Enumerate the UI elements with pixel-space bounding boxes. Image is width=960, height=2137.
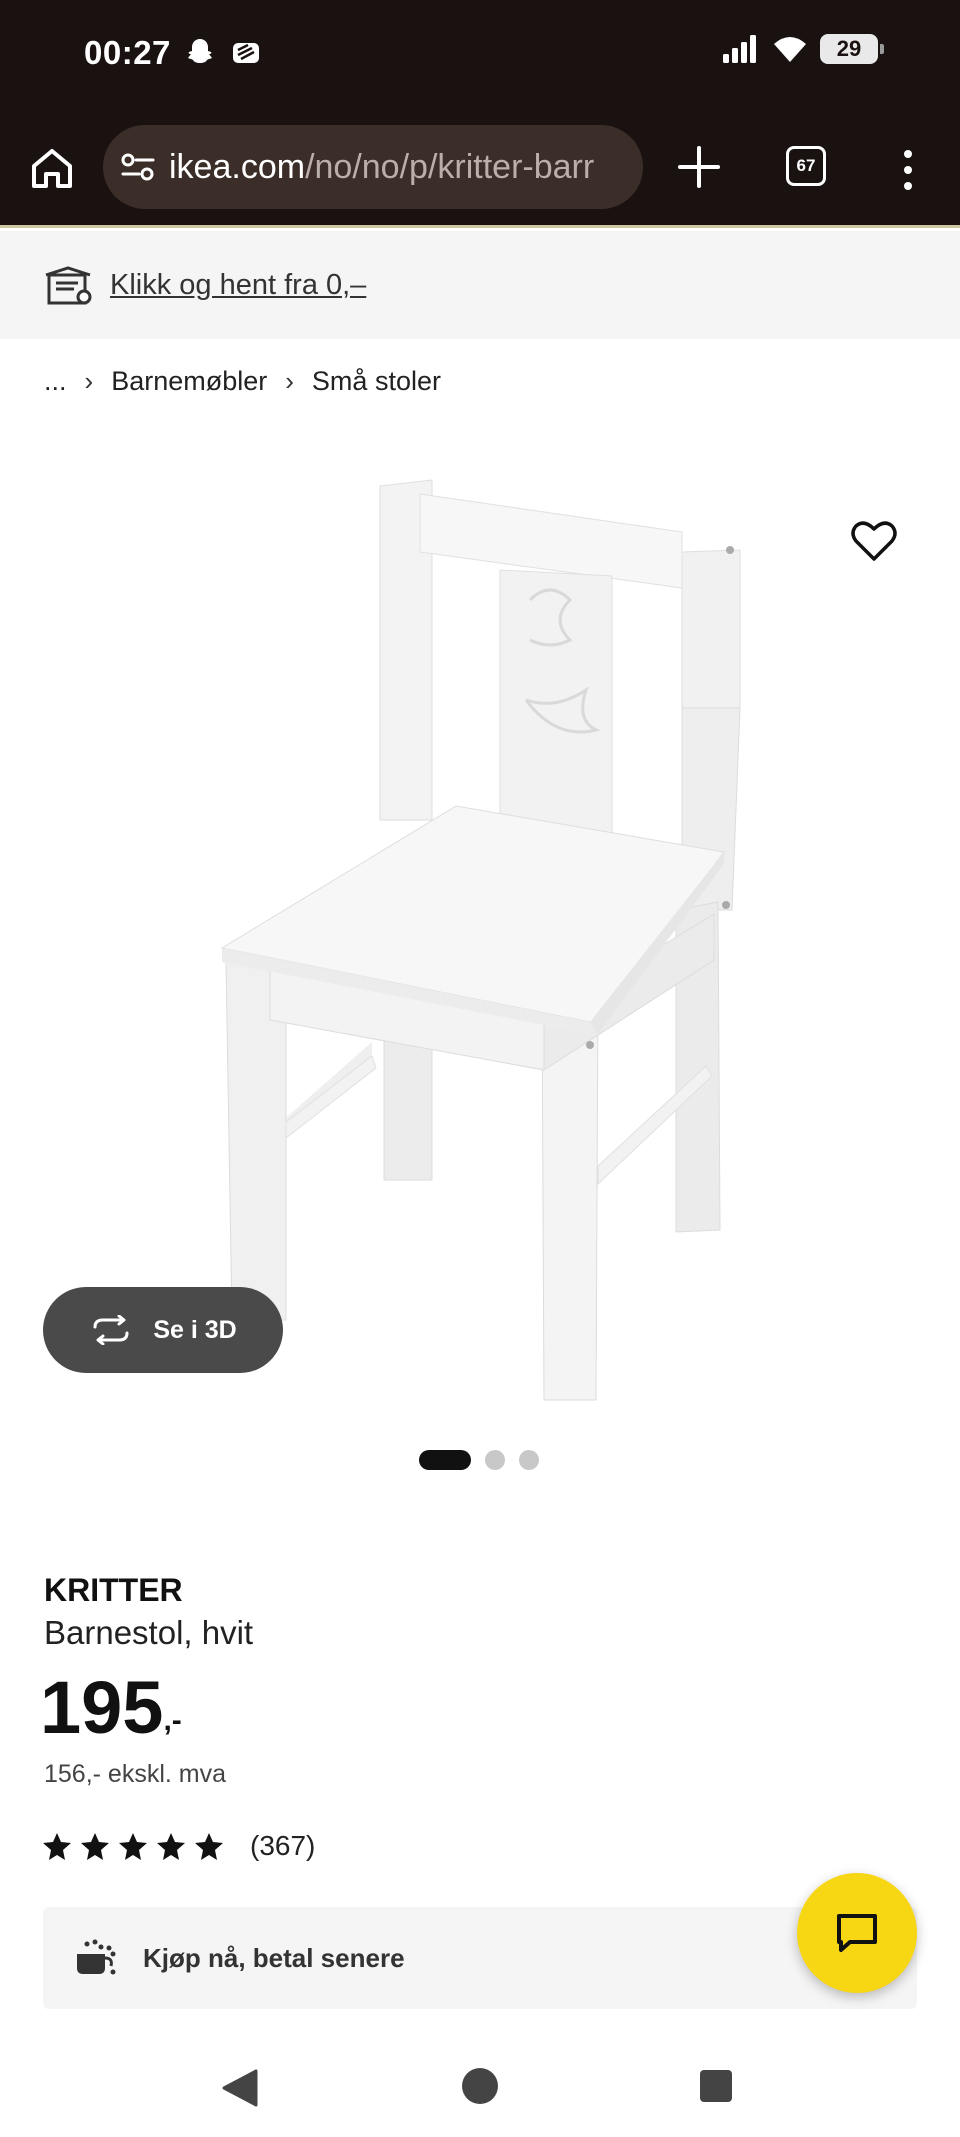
url-text[interactable]: ikea.com/no/no/p/kritter-barr [169, 148, 594, 187]
breadcrumb: ... › Barnemøbler › Små stoler [44, 366, 441, 397]
promo-banner: Klikk og hent fra 0,– [0, 231, 960, 339]
heart-icon[interactable] [848, 515, 900, 567]
promo-link[interactable]: Klikk og hent fra 0,– [110, 269, 366, 302]
rating-stars [42, 1831, 224, 1861]
nav-home-icon[interactable] [462, 2068, 498, 2104]
battery-level: 29 [836, 36, 862, 61]
wifi-icon [774, 37, 806, 62]
url-path: /no/no/p/kritter-barr [305, 147, 595, 186]
breadcrumb-ellipsis[interactable]: ... [44, 366, 67, 397]
rotate-3d-icon [93, 1315, 129, 1345]
view-3d-label: Se i 3D [153, 1315, 237, 1344]
carousel-dot-3[interactable] [519, 1450, 539, 1470]
chevron-right-icon: › [285, 366, 294, 396]
status-icons-right: 29 [722, 34, 884, 64]
pay-later-label: Kjøp nå, betal senere [143, 1942, 405, 1973]
breadcrumb-item-sma-stoler[interactable]: Små stoler [312, 366, 441, 397]
battery-icon: 29 [820, 34, 884, 64]
snapchat-icon [188, 39, 212, 63]
layers-icon [233, 43, 259, 63]
price-excl-vat: 156,- ekskl. mva [44, 1760, 227, 1788]
breadcrumb-item-barnemobler[interactable]: Barnemøbler [111, 366, 267, 397]
carousel-indicator [419, 1450, 539, 1470]
status-icons-left [184, 36, 262, 68]
view-3d-button[interactable]: Se i 3D [43, 1287, 283, 1373]
home-icon[interactable] [28, 144, 76, 192]
recent-apps-icon[interactable] [700, 2070, 732, 2102]
signal-icon [723, 35, 756, 63]
price-suffix: ,- [163, 1704, 182, 1737]
chat-icon [837, 1914, 877, 1952]
star-icon [195, 1833, 223, 1860]
more-vert-icon[interactable] [898, 148, 918, 192]
url-host: ikea.com [169, 147, 306, 186]
site-settings-icon[interactable] [121, 152, 155, 182]
carousel-dot-1[interactable] [419, 1450, 471, 1470]
product-rating[interactable]: (367) [42, 1830, 315, 1862]
tab-count: 67 [796, 156, 816, 175]
star-icon [81, 1833, 109, 1860]
product-price: 195 ,- [40, 1668, 182, 1748]
star-icon [119, 1833, 147, 1860]
carousel-dot-2[interactable] [485, 1450, 505, 1470]
back-icon[interactable] [220, 2068, 260, 2108]
status-time: 00:27 [84, 34, 171, 71]
star-icon [157, 1833, 185, 1860]
chat-button[interactable] [797, 1873, 917, 1993]
browser-toolbar: ikea.com/no/no/p/kritter-barr 67 [0, 110, 960, 228]
product-name: KRITTER [44, 1572, 183, 1608]
price-integer: 195 [40, 1666, 164, 1749]
tab-switcher-button[interactable]: 67 [786, 146, 826, 186]
review-count[interactable]: (367) [250, 1830, 315, 1862]
status-bar: 00:27 29 [0, 0, 960, 110]
system-nav-bar [0, 2040, 960, 2137]
star-icon [43, 1833, 71, 1860]
chevron-right-icon: › [84, 366, 94, 396]
product-image[interactable] [0, 440, 960, 1420]
pay-later-banner[interactable]: Kjøp nå, betal senere [43, 1907, 917, 2009]
plus-icon[interactable] [676, 144, 722, 190]
store-pickup-icon [45, 266, 92, 305]
product-description: Barnestol, hvit [44, 1614, 254, 1651]
url-bar[interactable]: ikea.com/no/no/p/kritter-barr [103, 125, 643, 209]
payment-icon [77, 1939, 116, 1975]
